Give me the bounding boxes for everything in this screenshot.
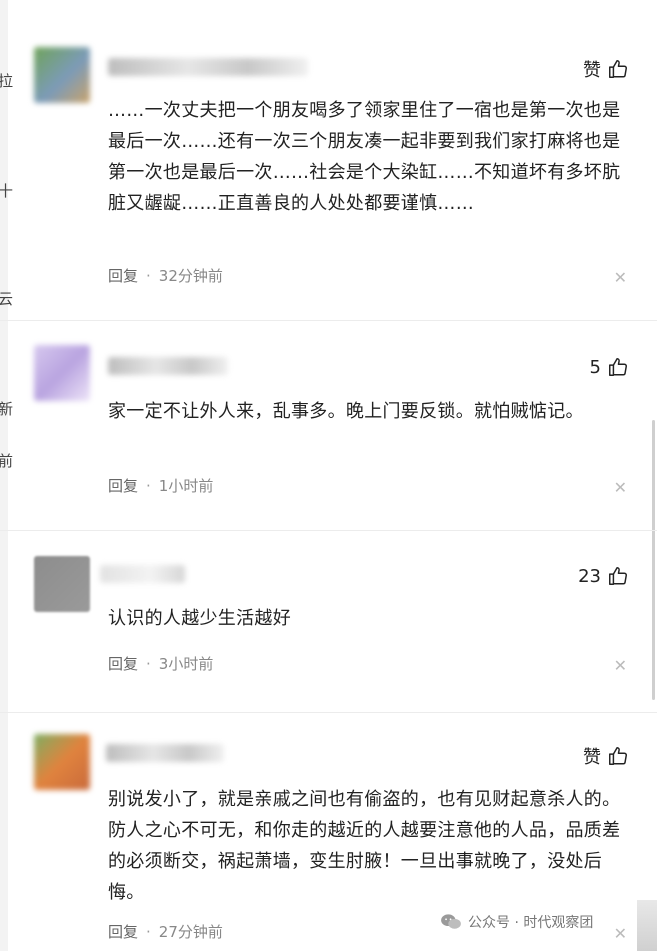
like-button[interactable]: 5: [590, 356, 629, 378]
left-fragment: 十: [0, 182, 14, 200]
comment-text: ……一次丈夫把一个朋友喝多了领家里住了一宿也是第一次也是最后一次……还有一次三个…: [108, 100, 621, 214]
thumbs-up-icon: [609, 60, 627, 78]
divider: [0, 530, 657, 531]
comment-meta: 回复 · 3小时前: [108, 653, 213, 674]
comment-text: 别说发小了，就是亲戚之间也有偷盗的，也有见财起意杀人的。防人之心不可无，和你走的…: [108, 789, 621, 903]
left-fragment: 拉: [0, 72, 14, 90]
like-count: 23: [578, 565, 601, 587]
left-fragment: 云: [0, 290, 14, 308]
reply-button[interactable]: 回复: [108, 475, 138, 496]
comment-meta: 回复 · 1小时前: [108, 475, 213, 496]
close-icon[interactable]: ✕: [614, 268, 627, 287]
timestamp: 1小时前: [158, 477, 214, 495]
watermark-text: 公众号 · 时代观察团: [468, 915, 594, 931]
thumbs-up-icon: [609, 358, 627, 376]
reply-button[interactable]: 回复: [108, 653, 138, 674]
like-count: 赞: [583, 60, 601, 81]
thumbs-up-icon: [609, 567, 627, 585]
comment-text: 家一定不让外人来，乱事多。晚上门要反锁。就怕贼惦记。: [108, 401, 584, 422]
watermark: 公众号 · 时代观察团: [440, 912, 593, 932]
avatar[interactable]: [34, 47, 90, 103]
scrollbar[interactable]: [652, 420, 655, 700]
meta-separator: ·: [146, 266, 151, 285]
timestamp: 27分钟前: [158, 923, 223, 941]
close-icon[interactable]: ✕: [614, 478, 627, 497]
comment-meta: 回复 · 27分钟前: [108, 921, 223, 942]
left-panel-edge: 拉 十 云 新 前: [0, 0, 13, 951]
divider: [0, 712, 657, 713]
close-icon[interactable]: ✕: [614, 656, 627, 675]
avatar[interactable]: [34, 734, 90, 790]
like-count: 赞: [583, 747, 601, 768]
meta-separator: ·: [146, 922, 151, 941]
reply-button[interactable]: 回复: [108, 921, 138, 942]
left-fragment: 新: [0, 400, 14, 418]
comment-meta: 回复 · 32分钟前: [108, 265, 223, 286]
meta-separator: ·: [146, 476, 151, 495]
username-blurred[interactable]: [108, 357, 228, 375]
avatar[interactable]: [34, 556, 90, 612]
timestamp: 3小时前: [158, 655, 214, 673]
like-count: 5: [589, 356, 601, 378]
timestamp: 32分钟前: [158, 267, 223, 285]
comment-text: 认识的人越少生活越好: [108, 608, 291, 629]
username-blurred[interactable]: [106, 744, 224, 762]
reply-button[interactable]: 回复: [108, 265, 138, 286]
left-fragment: 前: [0, 452, 14, 470]
like-button[interactable]: 赞: [583, 56, 629, 82]
meta-separator: ·: [146, 654, 151, 673]
thumbs-up-icon: [609, 747, 627, 765]
username-blurred[interactable]: [100, 565, 185, 583]
corner-image-fragment: [637, 900, 657, 951]
divider: [0, 320, 657, 321]
like-button[interactable]: 23: [578, 565, 629, 587]
close-icon[interactable]: ✕: [614, 924, 627, 943]
avatar[interactable]: [34, 345, 90, 401]
username-blurred[interactable]: [108, 58, 308, 76]
like-button[interactable]: 赞: [583, 743, 629, 769]
wechat-icon: [441, 914, 461, 929]
